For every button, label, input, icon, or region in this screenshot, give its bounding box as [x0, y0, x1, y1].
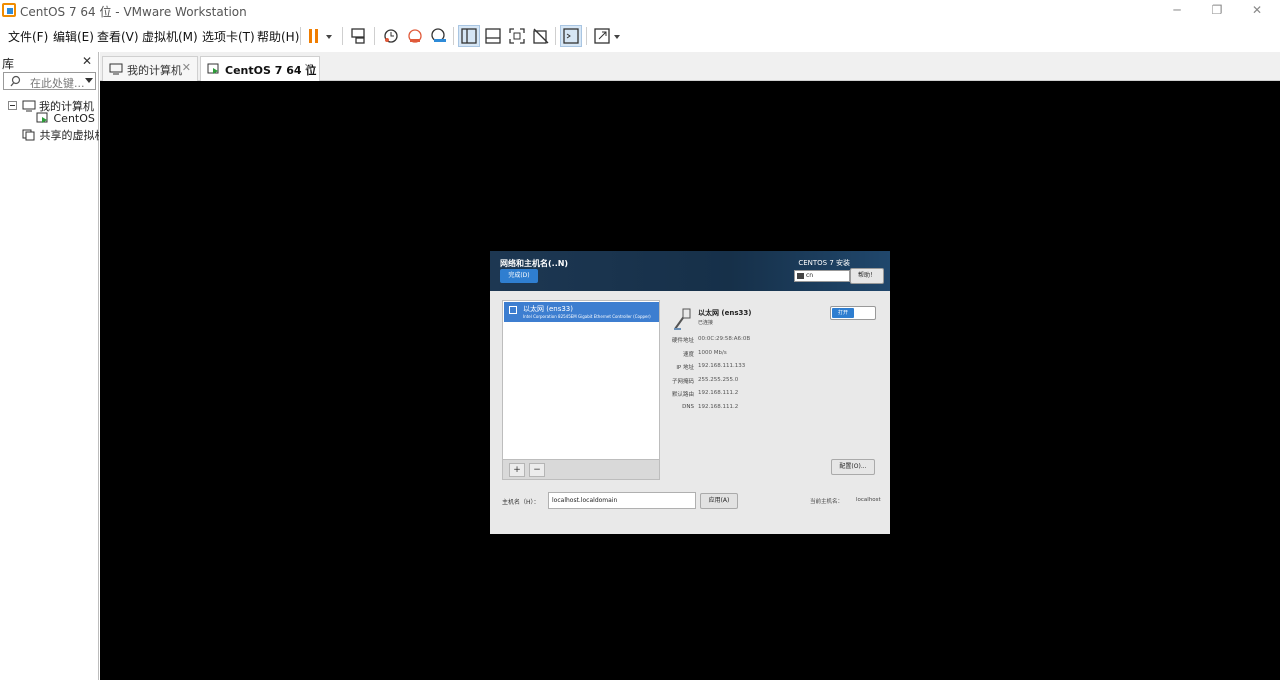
dropdown-arrow-icon[interactable]	[85, 78, 93, 84]
toolbar-separator	[453, 27, 454, 45]
ip-address-label: IP 地址	[676, 365, 694, 371]
pause-icon[interactable]	[306, 25, 338, 47]
menu-view[interactable]: 查看(V)	[97, 28, 139, 45]
library-search-input[interactable]: 在此处键...	[3, 72, 96, 90]
remove-device-button[interactable]: −	[529, 463, 545, 477]
current-hostname-label: 当前主机名：	[810, 499, 844, 505]
full-screen-icon[interactable]	[506, 25, 528, 47]
product-title: CENTOS 7 安装	[798, 259, 850, 267]
dialog-header: 网络和主机名(..N) 完成(D) CENTOS 7 安装 cn 帮助！	[490, 251, 890, 291]
tree-item-label: 共享的虚拟机	[39, 129, 100, 142]
stretch-guest-icon[interactable]	[592, 25, 624, 47]
dialog-title: 网络和主机名(..N)	[500, 259, 569, 268]
computer-icon	[109, 63, 123, 75]
subnet-mask-value: 255.255.255.0	[698, 377, 739, 383]
search-placeholder: 在此处键...	[30, 77, 85, 90]
tab-close-icon[interactable]: ✕	[182, 61, 191, 74]
current-hostname-value: localhost	[856, 497, 881, 503]
toolbar-separator	[586, 27, 587, 45]
detail-device-name: 以太网 (ens33)	[698, 309, 752, 317]
vm-running-icon	[36, 112, 48, 123]
revert-snapshot-icon[interactable]	[404, 25, 426, 47]
vmware-logo-icon	[2, 3, 16, 17]
tab-label: 我的计算机	[127, 64, 182, 77]
hostname-label: 主机名（H）：	[502, 499, 540, 506]
device-list: 以太网 (ens33) Intel Corporation 82545EM Gi…	[502, 300, 660, 480]
device-name: 以太网 (ens33)	[523, 305, 573, 313]
apply-button[interactable]: 应用(A)	[700, 493, 738, 509]
restore-button[interactable]: ❐	[1200, 0, 1234, 22]
tree-item-label: CentOS 7	[53, 112, 100, 125]
library-panel: 库 ✕ 在此处键... 我的计算机 CentOS 7 共享的虚拟机	[0, 52, 99, 680]
unity-icon[interactable]	[530, 25, 552, 47]
default-route-value: 192.168.111.2	[698, 390, 739, 396]
menu-edit[interactable]: 编辑(E)	[53, 28, 94, 45]
shared-vm-icon	[22, 129, 35, 141]
toolbar-separator	[555, 27, 556, 45]
tree-item-centos[interactable]: CentOS 7	[36, 112, 99, 125]
menu-file[interactable]: 文件(F)	[8, 28, 48, 45]
keyboard-icon	[797, 273, 804, 279]
dns-value: 192.168.111.2	[698, 404, 739, 410]
vm-running-icon	[207, 63, 219, 74]
help-button[interactable]: 帮助！	[850, 268, 884, 284]
done-button[interactable]: 完成(D)	[500, 269, 538, 283]
subnet-mask-label: 子网掩码	[671, 379, 694, 385]
vm-console[interactable]: 网络和主机名(..N) 完成(D) CENTOS 7 安装 cn 帮助！ 以太网…	[100, 81, 1280, 680]
toolbar-separator	[300, 27, 301, 45]
vm-tabbar: 我的计算机 ✕ CentOS 7 64 位 ✕	[100, 52, 1280, 81]
tab-label: CentOS 7 64 位	[225, 64, 317, 77]
hostname-input[interactable]: localhost.localdomain	[548, 492, 696, 509]
console-view-icon[interactable]	[560, 25, 582, 47]
computer-icon	[22, 100, 35, 112]
search-icon	[10, 75, 21, 87]
device-toolbar: + −	[502, 459, 660, 480]
add-device-button[interactable]: +	[509, 463, 525, 477]
toggle-on-label: 打开	[832, 308, 854, 318]
network-hostname-dialog: 网络和主机名(..N) 完成(D) CENTOS 7 安装 cn 帮助！ 以太网…	[490, 251, 890, 534]
hardware-address-value: 00:0C:29:58:A6:0B	[698, 336, 751, 342]
menu-tabs[interactable]: 选项卡(T)	[202, 28, 255, 45]
tree-item-shared-vms[interactable]: 共享的虚拟机	[22, 127, 99, 143]
connection-toggle[interactable]: 打开	[830, 306, 876, 320]
tab-my-computer[interactable]: 我的计算机 ✕	[102, 56, 198, 81]
window-titlebar: CentOS 7 64 位 - VMware Workstation ─ ❐ ✕	[0, 0, 1280, 22]
show-library-icon[interactable]	[458, 25, 480, 47]
menu-toolbar: 文件(F) 编辑(E) 查看(V) 虚拟机(M) 选项卡(T) 帮助(H)	[0, 22, 1280, 50]
ethernet-icon	[509, 306, 517, 314]
ip-address-value: 192.168.111.133	[698, 363, 746, 369]
ethernet-cable-icon	[674, 308, 691, 330]
library-title: 库	[2, 57, 15, 71]
minimize-button[interactable]: ─	[1160, 0, 1194, 22]
tab-close-icon[interactable]: ✕	[304, 61, 313, 74]
thumbnail-bar-icon[interactable]	[482, 25, 504, 47]
window-title: CentOS 7 64 位 - VMware Workstation	[20, 5, 247, 19]
menu-vm[interactable]: 虚拟机(M)	[142, 28, 198, 45]
menu-help[interactable]: 帮助(H)	[257, 28, 299, 45]
hardware-address-label: 硬件地址	[671, 338, 694, 344]
toolbar-separator	[342, 27, 343, 45]
close-window-button[interactable]: ✕	[1240, 0, 1274, 22]
keyboard-layout: cn	[806, 272, 814, 279]
configure-button[interactable]: 配置(O)...	[831, 459, 875, 475]
device-ens33[interactable]: 以太网 (ens33) Intel Corporation 82545EM Gi…	[504, 302, 659, 322]
library-close-button[interactable]: ✕	[82, 54, 92, 68]
dns-label: DNS	[682, 404, 694, 410]
send-ctrl-alt-del-icon[interactable]	[348, 25, 370, 47]
device-description: Intel Corporation 82545EM Gigabit Ethern…	[523, 314, 651, 319]
speed-label: 速度	[682, 352, 694, 358]
snapshot-icon[interactable]	[380, 25, 402, 47]
snapshot-manager-icon[interactable]	[428, 25, 450, 47]
collapse-toggle-icon[interactable]	[8, 101, 18, 111]
default-route-label: 默认路由	[671, 392, 694, 398]
connection-status: 已连接	[698, 320, 714, 326]
tab-centos[interactable]: CentOS 7 64 位 ✕	[200, 56, 320, 81]
keyboard-layout-indicator[interactable]: cn	[794, 270, 850, 282]
speed-value: 1000 Mb/s	[698, 350, 727, 356]
toolbar-separator	[374, 27, 375, 45]
